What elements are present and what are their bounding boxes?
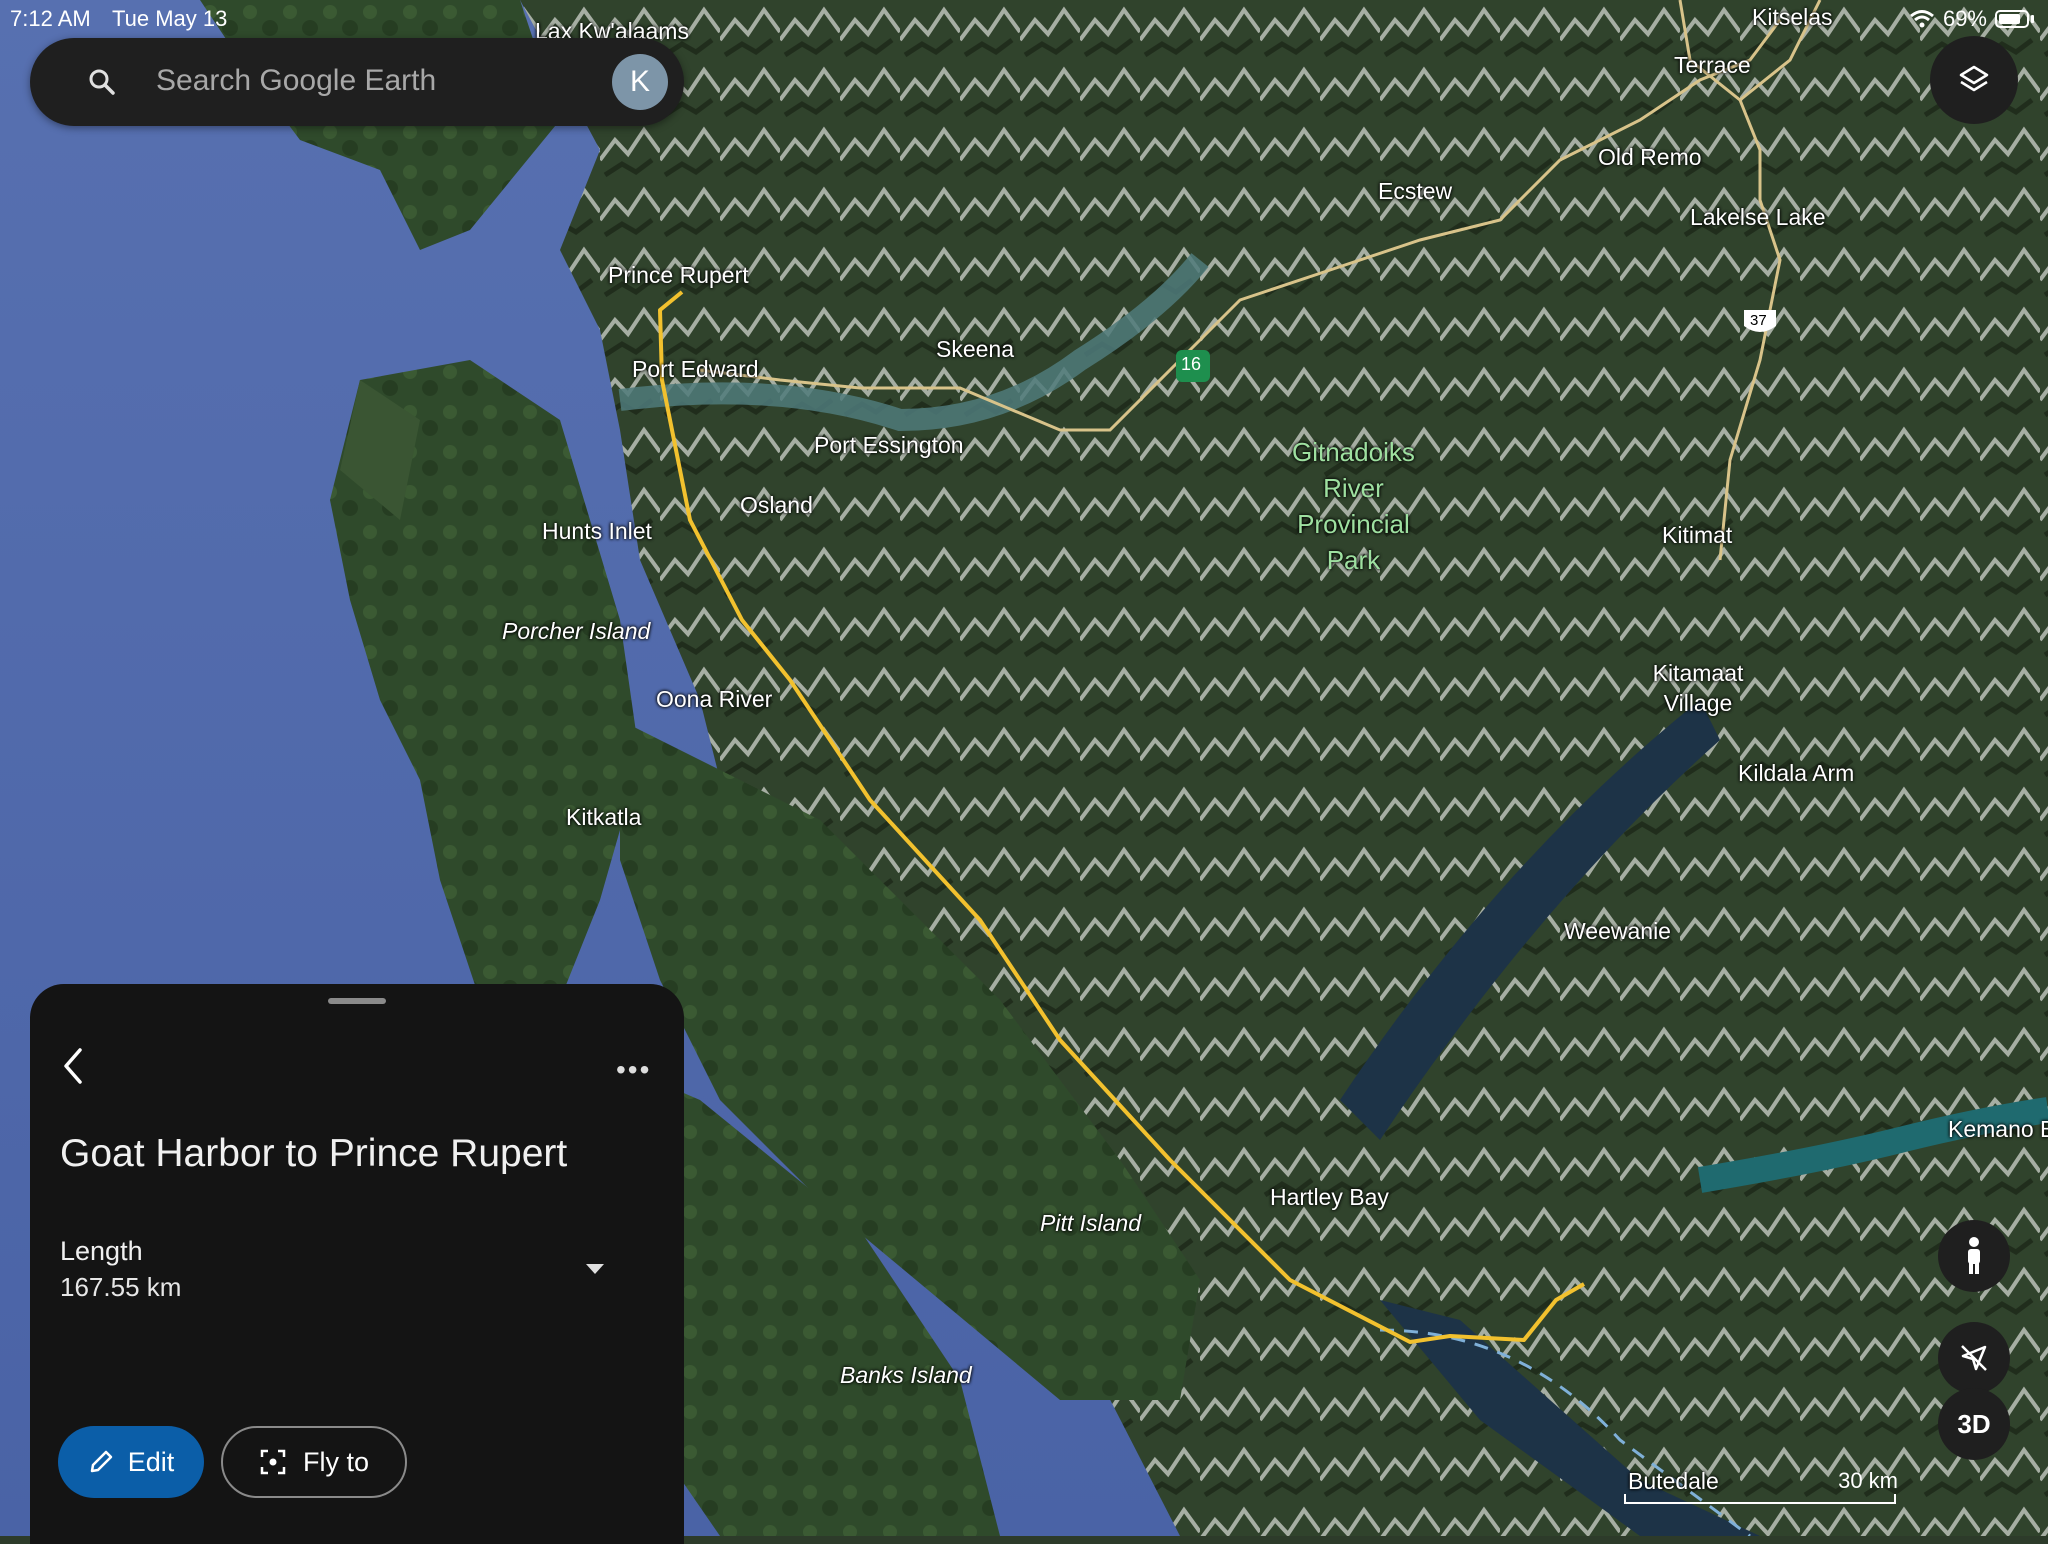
- pencil-icon: [90, 1450, 112, 1473]
- status-bar: 7:12 AM Tue May 13 69%: [0, 0, 2048, 36]
- place-osland[interactable]: Osland: [740, 492, 813, 519]
- place-terrace[interactable]: Terrace: [1674, 52, 1751, 79]
- search-bar[interactable]: Search Google Earth K: [30, 38, 684, 126]
- place-butedale[interactable]: Butedale: [1628, 1468, 1719, 1495]
- wifi-icon: [1910, 10, 1934, 28]
- location-off-button[interactable]: [1938, 1322, 2010, 1394]
- place-old-remo[interactable]: Old Remo: [1598, 144, 1702, 171]
- park-label[interactable]: Gitnadoiks River Provincial Park: [1292, 434, 1415, 578]
- park-label-line-3: Provincial: [1297, 509, 1410, 539]
- place-kitimat[interactable]: Kitimat: [1662, 522, 1732, 549]
- street-view-button[interactable]: [1938, 1220, 2010, 1292]
- edit-label: Edit: [127, 1446, 175, 1477]
- status-time: 7:12 AM: [10, 6, 91, 31]
- place-skeena[interactable]: Skeena: [936, 336, 1014, 363]
- panel-title: Goat Harbor to Prince Rupert: [60, 1132, 568, 1175]
- more-options-icon[interactable]: •••: [616, 1054, 651, 1086]
- route-16-label: 16: [1181, 354, 1202, 374]
- scale-line: [1624, 1494, 1896, 1504]
- back-icon[interactable]: [56, 1044, 92, 1088]
- chevron-down-icon[interactable]: [586, 1264, 604, 1274]
- place-hunts-inlet[interactable]: Hunts Inlet: [542, 518, 652, 545]
- battery-nub: [2031, 15, 2034, 23]
- place-port-essington[interactable]: Port Essington: [814, 432, 964, 459]
- status-date: Tue May 13: [112, 6, 228, 31]
- drag-handle[interactable]: [328, 998, 386, 1004]
- status-right: 69%: [1909, 6, 2034, 32]
- layers-button[interactable]: [1930, 36, 2018, 124]
- edit-button[interactable]: Edit: [58, 1426, 204, 1498]
- length-label: Length: [60, 1236, 143, 1266]
- place-oona-river[interactable]: Oona River: [656, 686, 772, 713]
- place-kildala-arm[interactable]: Kildala Arm: [1738, 760, 1854, 787]
- pegman-icon: [1968, 1237, 1980, 1274]
- place-hartley-bay[interactable]: Hartley Bay: [1270, 1184, 1389, 1211]
- place-porcher-island[interactable]: Porcher Island: [502, 618, 650, 645]
- scale-label: 30 km: [1838, 1468, 1898, 1493]
- place-weewanie[interactable]: Weewanie: [1564, 918, 1671, 945]
- place-prince-rupert[interactable]: Prince Rupert: [608, 262, 749, 289]
- fly-to-button[interactable]: Fly to: [221, 1426, 407, 1498]
- battery-icon: [1995, 10, 2029, 28]
- search-input[interactable]: Search Google Earth: [156, 64, 436, 98]
- place-kitkatla[interactable]: Kitkatla: [566, 804, 641, 831]
- place-banks-island[interactable]: Banks Island: [840, 1362, 972, 1389]
- place-ecstew[interactable]: Ecstew: [1378, 178, 1452, 205]
- park-label-line-2: River: [1323, 473, 1384, 503]
- search-icon: [89, 69, 115, 95]
- measure-panel: ••• Goat Harbor to Prince Rupert Length …: [30, 984, 684, 1544]
- place-lakelse-lake[interactable]: Lakelse Lake: [1690, 204, 1826, 231]
- park-label-line-4: Park: [1326, 545, 1381, 575]
- place-kitamaat-village[interactable]: Kitamaat Village: [1648, 658, 1748, 718]
- place-pitt-island[interactable]: Pitt Island: [1040, 1210, 1141, 1237]
- avatar[interactable]: K: [612, 54, 668, 110]
- location-off-icon: [1961, 1345, 1987, 1371]
- view-mode-button[interactable]: 3D: [1938, 1388, 2010, 1460]
- place-port-edward[interactable]: Port Edward: [632, 356, 759, 383]
- battery-percent: 69%: [1942, 6, 1987, 31]
- focus-icon: [260, 1449, 286, 1475]
- layers-icon: [1959, 65, 1989, 92]
- fly-to-label: Fly to: [302, 1446, 369, 1477]
- highway-37-label: 37: [1750, 312, 1767, 329]
- place-kemano[interactable]: Kemano B: [1948, 1116, 2048, 1143]
- length-value: 167.55 km: [60, 1272, 182, 1302]
- park-label-line-1: Gitnadoiks: [1292, 437, 1415, 467]
